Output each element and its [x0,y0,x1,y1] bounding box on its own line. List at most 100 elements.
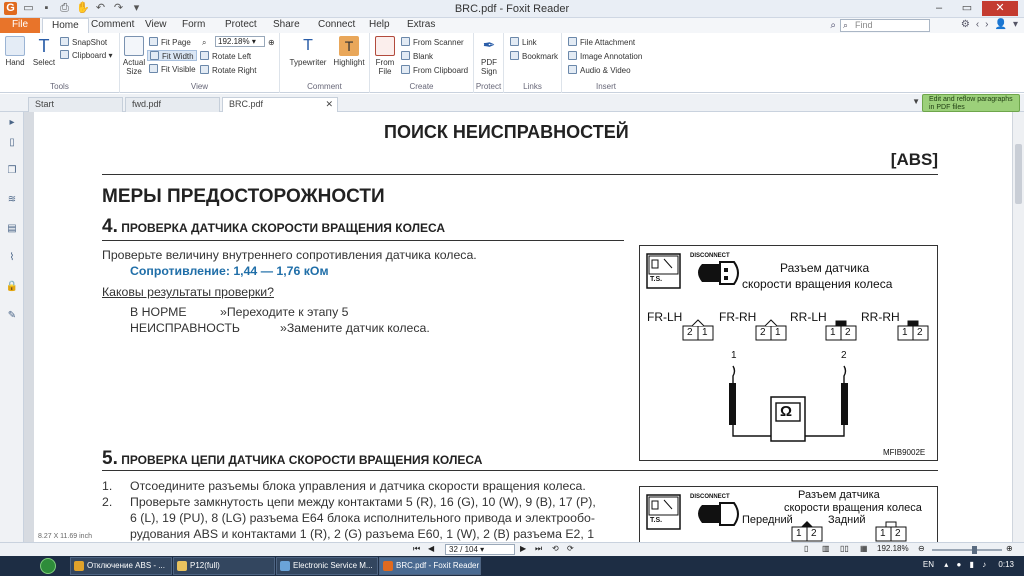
back-view-icon[interactable]: ⟲ [552,544,559,553]
zoom-in-icon[interactable]: ⊕ [268,37,275,48]
front-pin-2: 2 [811,528,817,539]
clipboard-button[interactable]: Clipboard ▾ [60,50,113,61]
security-lock-icon[interactable]: 🔒 [5,280,19,294]
zoom-out-icon[interactable]: ⊖ [918,544,925,553]
zoom-slider[interactable] [932,549,1002,551]
window-title: BRC.pdf - Foxit Reader [454,3,570,15]
minimize-button[interactable]: – [926,1,952,16]
tab-extras[interactable]: Extras [398,18,444,33]
tray-app-icon[interactable]: ● [956,560,961,569]
taskbar-item-esm[interactable]: Electronic Service M... [276,557,378,575]
from-file-button[interactable]: From File [372,36,398,76]
tools-group: Hand T Select SnapShot Clipboard ▾ Tools [0,33,120,93]
typewriter-icon: T [303,37,313,54]
tab-brc-pdf[interactable]: BRC.pdf ✕ [222,97,338,112]
user-icon[interactable]: 👤 [995,19,1007,30]
tab-share[interactable]: Share [264,18,309,33]
settings-icon[interactable]: ⚙ [961,19,970,30]
previous-icon[interactable]: ‹ [976,19,979,30]
protect-group: ✒ PDF Sign Protect [474,33,504,93]
reflow-banner[interactable]: Edit and reflow paragraphs in PDF files [922,94,1020,112]
close-button[interactable]: ✕ [982,1,1018,16]
select-button[interactable]: T Select [31,36,57,67]
bookmark-button[interactable]: Bookmark [510,51,558,62]
forward-view-icon[interactable]: ⟳ [567,544,574,553]
tab-form[interactable]: Form [173,18,214,33]
select-cursor-icon: T [38,36,50,56]
volume-icon[interactable]: ♪ [982,560,986,569]
zoom-dropdown[interactable]: 192.18% ▾ [215,36,265,47]
probe1-label: 1 [731,350,737,361]
vertical-scrollbar[interactable] [1012,112,1024,542]
actual-size-button[interactable]: Actual Size [122,36,146,76]
continuous-facing-icon[interactable]: ▦ [860,544,868,553]
label-fr-rh: FR-RH [719,310,757,324]
fit-width-button[interactable]: Fit Width [147,50,197,61]
from-scanner-button[interactable]: From Scanner [401,37,464,48]
comments-icon[interactable]: ▤ [5,222,19,236]
pin-fr-lh-b: 1 [702,327,708,338]
file-attachment-button[interactable]: File Attachment [568,37,635,48]
fit-page-button[interactable]: Fit Page [149,37,191,48]
file-menu[interactable]: File [0,18,40,33]
tab-fwd-pdf[interactable]: fwd.pdf [125,97,220,112]
first-page-icon[interactable]: ⏮ [413,544,420,554]
next-page-icon[interactable]: ▶ [520,544,526,553]
pdf-sign-button[interactable]: ✒ PDF Sign [476,36,502,76]
tab-view[interactable]: View [136,18,176,33]
close-tab-icon[interactable]: ✕ [325,98,333,111]
bookmarks-icon[interactable]: ▯ [5,136,19,150]
hand-button[interactable]: Hand [3,36,27,67]
ribbon-options-icon[interactable]: ▾ [1013,19,1018,30]
tab-help[interactable]: Help [360,18,399,33]
audio-video-button[interactable]: Audio & Video [568,65,631,76]
prev-page-icon[interactable]: ◀ [428,544,434,553]
layers-icon[interactable]: ≋ [5,193,19,207]
clock[interactable]: 0:13 [998,560,1014,569]
zoom-slider-thumb[interactable] [972,546,977,554]
snapshot-button[interactable]: SnapShot [60,37,107,48]
pdf-file-icon [375,36,395,56]
find-icon[interactable]: ⌕ [830,20,836,31]
create-group: From File From Scanner Blank From Clipbo… [370,33,474,93]
link-button[interactable]: Link [510,37,537,48]
maximize-button[interactable]: ▭ [954,1,980,16]
typewriter-button[interactable]: T Typewriter [288,36,328,67]
blank-button[interactable]: Blank [401,51,433,62]
expand-pane-icon[interactable]: ▸ [5,116,19,130]
zoom-icon[interactable]: ⌕ [202,37,206,48]
single-page-icon[interactable]: ▯ [804,544,808,553]
tab-start[interactable]: Start [28,97,123,112]
attachments-icon[interactable]: ⌇ [5,251,19,265]
highlight-button[interactable]: T Highlight [332,36,366,67]
rotate-right-button[interactable]: Rotate Right [200,65,256,76]
continuous-page-icon[interactable]: ▥ [822,544,830,553]
pin-rr-rh-a: 1 [902,327,908,338]
tray-expand-icon[interactable]: ▴ [944,560,948,569]
last-page-icon[interactable]: ⏭ [535,544,542,554]
facing-page-icon[interactable]: ▯▯ [840,544,849,553]
taskbar-item-foxit[interactable]: BRC.pdf - Foxit Reader [379,557,481,575]
zoom-in-icon[interactable]: ⊕ [1006,544,1013,553]
tab-connect[interactable]: Connect [309,18,364,33]
next-icon[interactable]: › [985,19,988,30]
page-number-input[interactable]: 32 / 104 ▾ [445,544,515,555]
tabs-dropdown-icon[interactable]: ▼ [912,97,920,106]
rear-pin-2: 2 [895,528,901,539]
start-button[interactable] [40,558,56,574]
rotate-left-button[interactable]: Rotate Left [200,51,251,62]
image-annotation-button[interactable]: Image Annotation [568,51,642,62]
search-input[interactable]: ⌕ Find [840,19,930,32]
taskbar-item-folder[interactable]: P12(full) [173,557,275,575]
tab-protect[interactable]: Protect [216,18,266,33]
pages-icon[interactable]: ❐ [5,164,19,178]
taskbar-item-browser[interactable]: Отключение ABS - ... [70,557,172,575]
item1-number: 1. [102,479,113,493]
network-icon[interactable]: ▮ [970,560,974,569]
from-clipboard-button[interactable]: From Clipboard [401,65,468,76]
scrollbar-thumb[interactable] [1015,144,1022,204]
signatures-icon[interactable]: ✎ [5,309,19,323]
language-indicator[interactable]: EN [923,560,934,569]
fit-visible-button[interactable]: Fit Visible [149,64,196,75]
tab-comment[interactable]: Comment [82,18,143,33]
